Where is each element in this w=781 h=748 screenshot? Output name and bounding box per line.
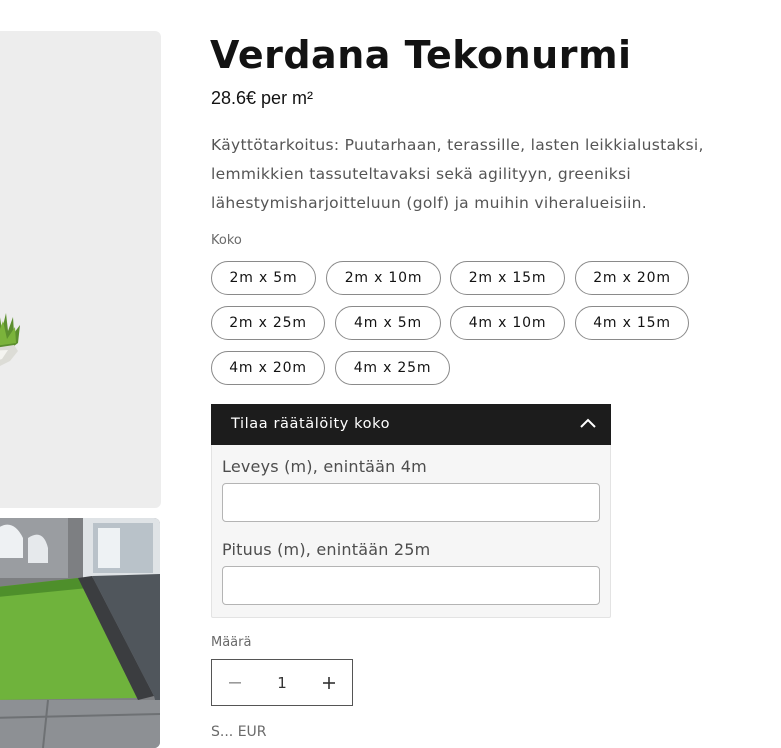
partial-total-label: S... EUR (211, 724, 267, 740)
size-label: Koko (211, 233, 242, 248)
size-option-2x20[interactable]: 2m x 20m (575, 261, 689, 295)
length-label: Pituus (m), enintään 25m (222, 540, 431, 559)
length-input[interactable] (222, 566, 600, 605)
plus-icon (323, 676, 335, 689)
custom-size-header: Tilaa räätälöity koko (231, 416, 391, 432)
chevron-up-icon (580, 418, 596, 428)
size-option-4x5[interactable]: 4m x 5m (335, 306, 441, 340)
size-option-2x25[interactable]: 2m x 25m (211, 306, 325, 340)
size-option-4x25[interactable]: 4m x 25m (335, 351, 450, 385)
decrease-quantity-button[interactable] (212, 660, 258, 705)
increase-quantity-button[interactable] (306, 660, 352, 705)
quantity-input[interactable]: 1 (258, 660, 306, 705)
size-option-2x10[interactable]: 2m x 10m (326, 261, 441, 295)
product-gallery-image[interactable] (0, 518, 160, 748)
product-price: 28.6€ per m² (211, 88, 314, 108)
product-main-image[interactable] (0, 31, 161, 508)
custom-size-panel: Tilaa räätälöity koko Leveys (m), enintä… (211, 404, 611, 618)
grass-tuft-image (0, 313, 20, 366)
size-option-4x15[interactable]: 4m x 15m (575, 306, 689, 340)
garden-photo (0, 518, 160, 748)
quantity-label: Määrä (211, 635, 252, 650)
size-option-4x20[interactable]: 4m x 20m (211, 351, 325, 385)
custom-size-toggle[interactable]: Tilaa räätälöity koko (211, 404, 611, 445)
size-option-2x15[interactable]: 2m x 15m (450, 261, 565, 295)
size-option-4x10[interactable]: 4m x 10m (450, 306, 565, 340)
width-input[interactable] (222, 483, 600, 522)
size-option-2x5[interactable]: 2m x 5m (211, 261, 316, 295)
product-title: Verdana Tekonurmi (210, 33, 632, 77)
quantity-stepper: 1 (211, 659, 353, 706)
product-description: Käyttötarkoitus: Puutarhaan, terassille,… (211, 136, 704, 212)
minus-icon (229, 681, 241, 684)
width-label: Leveys (m), enintään 4m (222, 457, 427, 476)
